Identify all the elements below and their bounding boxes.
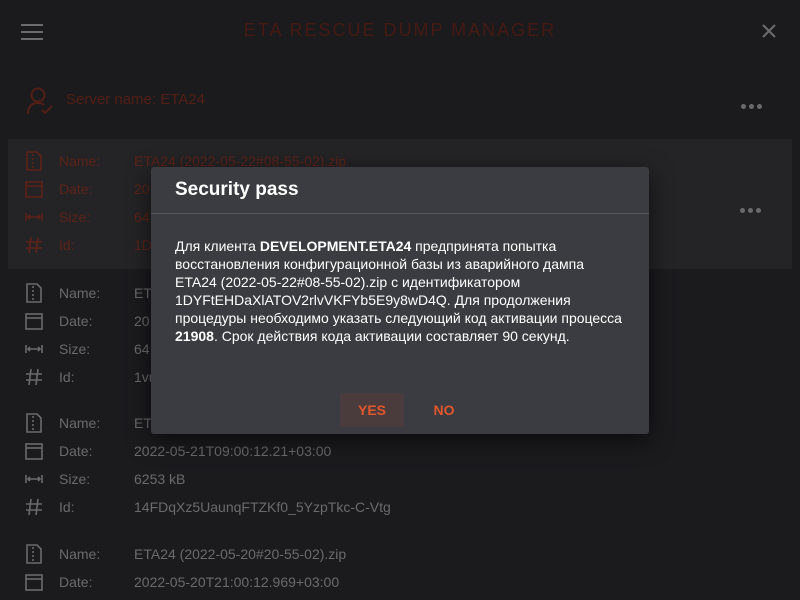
client-name: DEVELOPMENT.ETA24 [259, 238, 412, 254]
security-pass-dialog: Security pass Для клиента DEVELOPMENT.ET… [151, 167, 649, 434]
message-text-1: Для клиента [175, 238, 260, 254]
dialog-divider [151, 213, 649, 214]
no-button[interactable]: NO [421, 393, 467, 427]
dialog-message: Для клиента DEVELOPMENT.ETA24 предпринят… [175, 237, 625, 345]
dialog-title: Security pass [175, 179, 299, 200]
yes-button[interactable]: YES [340, 393, 404, 427]
activation-code: 21908 [175, 328, 214, 344]
message-text-3: . Срок действия кода активации составляе… [213, 328, 570, 344]
